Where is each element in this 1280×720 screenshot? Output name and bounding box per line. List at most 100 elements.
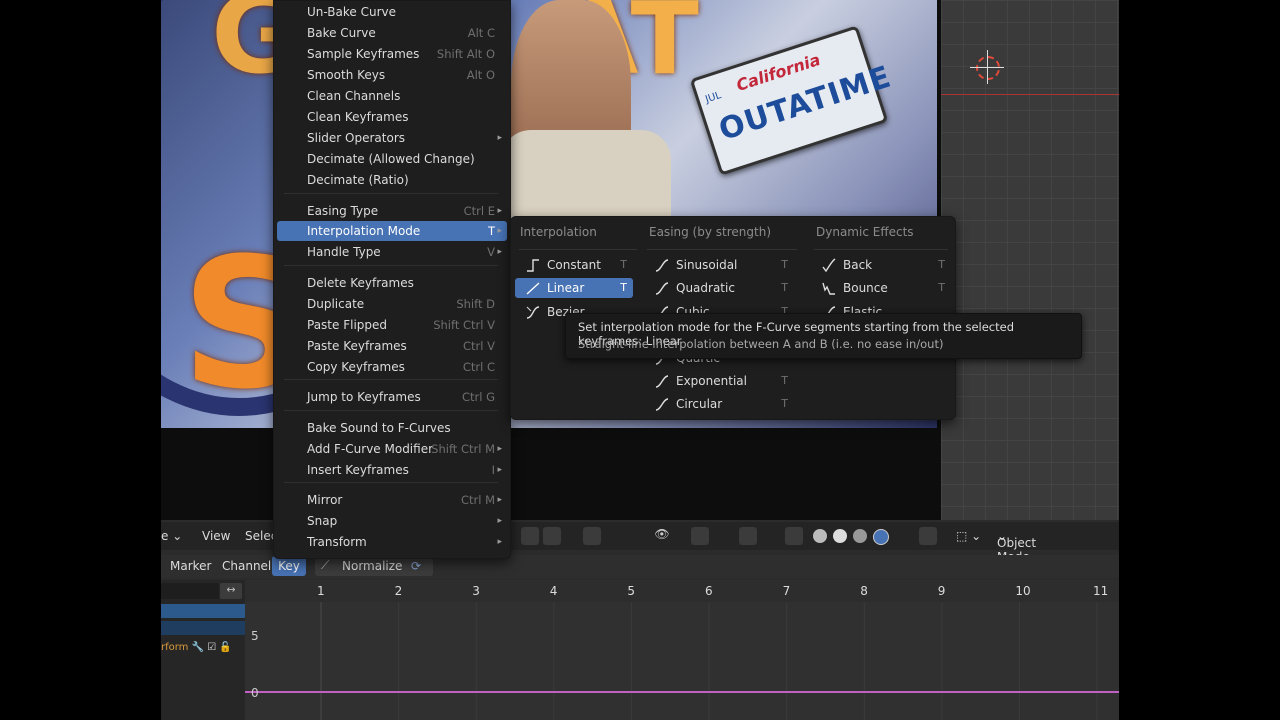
menu-item-shortcut: T xyxy=(487,224,495,238)
submenu-arrow-icon: ▸ xyxy=(497,516,502,526)
menu-item-shortcut: Shift Ctrl V xyxy=(433,318,495,332)
key-menu-item[interactable]: Decimate (Allowed Change) xyxy=(277,149,507,169)
interpolation-header: Interpolation xyxy=(520,225,597,239)
key-menu-item[interactable]: Decimate (Ratio) xyxy=(277,170,507,190)
object-mode-dropdown[interactable]: Object Mode ⌄ xyxy=(997,529,1036,564)
key-menu-item[interactable]: Mirror Ctrl M ▸ xyxy=(277,490,507,510)
submenu-arrow-icon: ▸ xyxy=(497,206,502,216)
wrench-icon[interactable]: 🔧 xyxy=(192,642,204,653)
dynamic-effects-header: Dynamic Effects xyxy=(816,225,914,239)
menu-separator xyxy=(284,379,498,380)
pause-icon[interactable] xyxy=(919,527,937,545)
option-shortcut: T xyxy=(620,281,627,294)
channel-row[interactable]: rform 🔧 ☑ 🔓 xyxy=(161,642,232,653)
menu-item-label: Mirror xyxy=(307,493,343,507)
menu-item-label: Decimate (Ratio) xyxy=(307,173,409,187)
selected-channel[interactable] xyxy=(161,604,245,618)
tooltip-line-2: Straight-line interpolation between A an… xyxy=(578,337,944,351)
normalize-icon: ⟋ xyxy=(321,558,330,572)
value-label-bottom: 0 xyxy=(251,686,259,700)
key-dropdown-menu: Un-Bake Curve Bake Curve Alt C Sample Keyfr… xyxy=(273,0,511,559)
menu-item-shortcut: I xyxy=(491,463,495,477)
key-menu-item[interactable]: Bake Sound to F-Curves xyxy=(277,418,507,438)
submenu-arrow-icon: ▸ xyxy=(497,465,502,475)
menu-item-label: Interpolation Mode xyxy=(307,224,421,238)
interpolation-option[interactable]: Back T xyxy=(811,255,951,275)
frame-number: 5 xyxy=(627,584,636,598)
interpolation-option[interactable]: Constant T xyxy=(515,255,633,275)
swap-icon[interactable]: ↔ xyxy=(220,583,242,599)
overlay-icon[interactable] xyxy=(739,527,757,545)
transform-orientation-icon[interactable] xyxy=(521,527,539,545)
key-menu-item[interactable]: Handle Type V ▸ xyxy=(277,242,507,262)
interpolation-option[interactable]: Bounce T xyxy=(811,278,951,298)
chevron-down-icon[interactable]: e ⌄ xyxy=(161,529,182,543)
snap-icon[interactable] xyxy=(583,527,601,545)
frame-start-line xyxy=(320,602,322,720)
frame-number: 1 xyxy=(317,584,325,598)
key-menu-item[interactable]: Clean Keyframes xyxy=(277,107,507,127)
option-shortcut: T xyxy=(781,374,788,387)
channel-search[interactable] xyxy=(161,583,219,599)
visibility-icon[interactable]: 👁 xyxy=(653,527,671,545)
key-menu-item[interactable]: Slider Operators ▸ xyxy=(277,128,507,148)
marker-menu[interactable]: Marker xyxy=(170,559,211,573)
menu-item-shortcut: Ctrl C xyxy=(462,360,495,374)
channel-menu[interactable]: Channel xyxy=(222,559,271,573)
interpolation-option[interactable]: Exponential T xyxy=(644,371,794,391)
menu-separator xyxy=(284,265,498,266)
key-menu-item[interactable]: Paste Flipped Shift Ctrl V xyxy=(277,315,507,335)
channel-list: ↔ rform 🔧 ☑ 🔓 xyxy=(161,580,245,720)
key-menu-item[interactable]: Clean Channels xyxy=(277,86,507,106)
key-menu-item[interactable]: Insert Keyframes I ▸ xyxy=(277,460,507,480)
view-menu[interactable]: View xyxy=(202,529,230,543)
solid-shading-icon[interactable] xyxy=(833,529,847,543)
option-shortcut: T xyxy=(781,258,788,271)
key-menu-item[interactable]: Paste Keyframes Ctrl V xyxy=(277,336,507,356)
wireframe-shading-icon[interactable] xyxy=(813,529,827,543)
key-menu-item[interactable]: Jump to Keyframes Ctrl G xyxy=(277,387,507,407)
gizmo-icon[interactable] xyxy=(691,527,709,545)
menu-item-shortcut: V xyxy=(487,245,495,259)
key-menu-item[interactable]: Duplicate Shift D xyxy=(277,294,507,314)
key-menu-item[interactable]: Snap ▸ xyxy=(277,511,507,531)
interpolation-option[interactable]: Quadratic T xyxy=(644,278,794,298)
frame-number: 9 xyxy=(937,584,946,598)
menu-item-label: Clean Keyframes xyxy=(307,110,409,124)
object-mode-icon[interactable]: ⬚ ⌄ xyxy=(956,529,981,543)
frame-ruler[interactable]: 1 2 3 4 5 6 7 8 9 10 11 xyxy=(245,580,1119,602)
key-menu-item[interactable]: Un-Bake Curve xyxy=(277,2,507,22)
key-menu-item[interactable]: Interpolation Mode T ▸ xyxy=(277,221,507,241)
interpolation-option[interactable]: Linear T xyxy=(515,278,633,298)
key-menu-item[interactable]: Easing Type Ctrl E ▸ xyxy=(277,201,507,221)
selected-channel-2[interactable] xyxy=(161,621,245,635)
menu-item-label: Sample Keyframes xyxy=(307,47,420,61)
lock-icon[interactable]: 🔓 xyxy=(219,642,231,653)
key-menu-item[interactable]: Bake Curve Alt C xyxy=(277,23,507,43)
proportional-edit-icon[interactable] xyxy=(603,527,621,545)
menu-item-label: Easing Type xyxy=(307,204,379,218)
xray-icon[interactable] xyxy=(785,527,803,545)
divider xyxy=(647,249,797,250)
key-menu-item[interactable]: Copy Keyframes Ctrl C xyxy=(277,357,507,377)
interpolation-option[interactable]: Sinusoidal T xyxy=(644,255,794,275)
key-menu[interactable]: Key xyxy=(272,556,306,576)
menu-item-label: Delete Keyframes xyxy=(307,276,414,290)
checkbox-icon[interactable]: ☑ xyxy=(207,642,216,653)
rendered-shading-icon[interactable] xyxy=(873,529,889,545)
submenu-arrow-icon: ▸ xyxy=(497,444,502,454)
material-shading-icon[interactable] xyxy=(853,529,867,543)
key-menu-item[interactable]: Delete Keyframes xyxy=(277,273,507,293)
menu-item-shortcut: Alt O xyxy=(466,68,495,82)
f-curve[interactable] xyxy=(245,691,1119,693)
3d-cursor-icon[interactable] xyxy=(970,50,1004,84)
key-menu-item[interactable]: Smooth Keys Alt O xyxy=(277,65,507,85)
key-menu-item[interactable]: Transform ▸ xyxy=(277,532,507,552)
refresh-icon[interactable]: ⟳ xyxy=(411,559,421,573)
interpolation-option[interactable]: Circular T xyxy=(644,394,794,414)
3d-viewport-grid[interactable] xyxy=(941,0,1119,520)
graph-area[interactable] xyxy=(245,602,1119,720)
key-menu-item[interactable]: Sample Keyframes Shift Alt O xyxy=(277,44,507,64)
pivot-icon[interactable] xyxy=(543,527,561,545)
key-menu-item[interactable]: Add F-Curve Modifier Shift Ctrl M ▸ xyxy=(277,439,507,459)
